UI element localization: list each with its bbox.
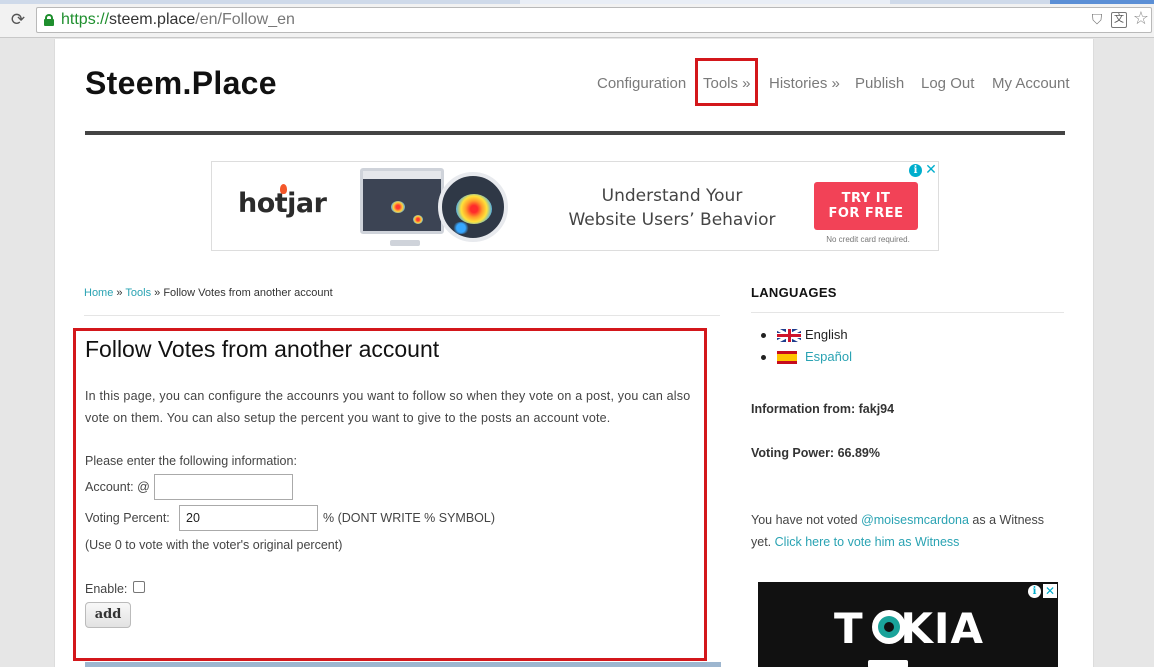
ad-note: No credit card required.	[826, 235, 910, 244]
page: Steem.Place Configuration Tools » Histor…	[54, 39, 1094, 667]
witness-notice: You have not voted @moisesmcardona as a …	[751, 513, 1044, 549]
languages-heading: LANGUAGES	[751, 285, 837, 300]
nav-publish[interactable]: Publish	[855, 75, 904, 92]
enable-label: Enable:	[85, 582, 128, 596]
ad-info-icon[interactable]: i	[909, 164, 922, 177]
breadcrumb-home[interactable]: Home	[84, 287, 113, 299]
language-label: English	[805, 327, 848, 342]
ad-info-icon[interactable]: i	[1028, 585, 1041, 598]
sidebar-ad[interactable]: TOKIA i ✕	[758, 582, 1058, 667]
enable-checkbox[interactable]	[133, 581, 145, 593]
percent-hint: (Use 0 to vote with the voter's original…	[85, 538, 343, 552]
breadcrumb-current: Follow Votes from another account	[163, 287, 333, 299]
tokia-logo: TOKIA	[834, 604, 985, 653]
form-intro: Please enter the following information:	[85, 454, 297, 468]
add-button[interactable]: add	[85, 602, 131, 628]
account-label: Account: @	[85, 480, 150, 494]
translate-icon[interactable]: 文	[1111, 12, 1127, 28]
ad-decoration	[868, 660, 908, 667]
nav-my-account[interactable]: My Account	[992, 75, 1070, 92]
nav-logout[interactable]: Log Out	[921, 75, 974, 92]
percent-suffix: % (DONT WRITE % SYMBOL)	[323, 511, 496, 525]
nav-configuration[interactable]: Configuration	[597, 75, 686, 92]
star-icon[interactable]: ☆	[1131, 9, 1151, 29]
url-text[interactable]: https://steem.place/en/Follow_en	[61, 11, 295, 29]
ad-banner[interactable]: hotjar Understand Your Website Users’ Be…	[211, 161, 939, 251]
nav-histories[interactable]: Histories »	[769, 75, 840, 92]
highlight-box-tools	[695, 58, 758, 106]
ad-close-icon[interactable]: ✕	[924, 163, 938, 177]
page-title: Follow Votes from another account	[85, 336, 440, 362]
table-header-bar	[85, 662, 721, 667]
shield-icon[interactable]: ⛉	[1089, 12, 1105, 28]
breadcrumb: Home » Tools » Follow Votes from another…	[84, 287, 333, 299]
breadcrumb-tools[interactable]: Tools	[125, 287, 151, 299]
sidebar-divider	[751, 312, 1064, 313]
address-bar[interactable]: https://steem.place/en/Follow_en ⛉ 文 ☆	[36, 7, 1152, 33]
uk-flag-icon	[777, 329, 801, 342]
witness-user-link[interactable]: @moisesmcardona	[861, 513, 969, 527]
ad-close-icon[interactable]: ✕	[1043, 584, 1057, 598]
reload-icon[interactable]: ⟳	[8, 10, 28, 30]
spain-flag-icon	[777, 351, 797, 364]
heatmap-lens-illustration	[438, 172, 508, 242]
percent-label: Voting Percent:	[85, 511, 170, 525]
language-label[interactable]: Español	[805, 349, 852, 364]
page-description: In this page, you can configure the acco…	[85, 389, 691, 425]
voting-power: Voting Power: 66.89%	[751, 446, 880, 460]
vote-witness-link[interactable]: Click here to vote him as Witness	[775, 535, 960, 549]
information-from: Information from: fakj94	[751, 402, 895, 416]
tokia-logo-mark	[872, 610, 906, 644]
breadcrumb-divider	[84, 315, 720, 316]
site-title[interactable]: Steem.Place	[85, 65, 277, 102]
lock-icon	[44, 14, 54, 26]
ad-cta-button[interactable]: TRY IT FOR FREE	[814, 182, 918, 230]
header-divider	[85, 131, 1065, 135]
voting-percent-input[interactable]	[179, 505, 318, 531]
account-input[interactable]	[154, 474, 293, 500]
monitor-stand	[390, 240, 420, 246]
flame-icon	[280, 184, 287, 194]
monitor-illustration	[360, 168, 444, 234]
browser-toolbar: ⟳ https://steem.place/en/Follow_en ⛉ 文 ☆	[0, 4, 1154, 38]
ad-headline: Understand Your Website Users’ Behavior	[568, 186, 776, 230]
